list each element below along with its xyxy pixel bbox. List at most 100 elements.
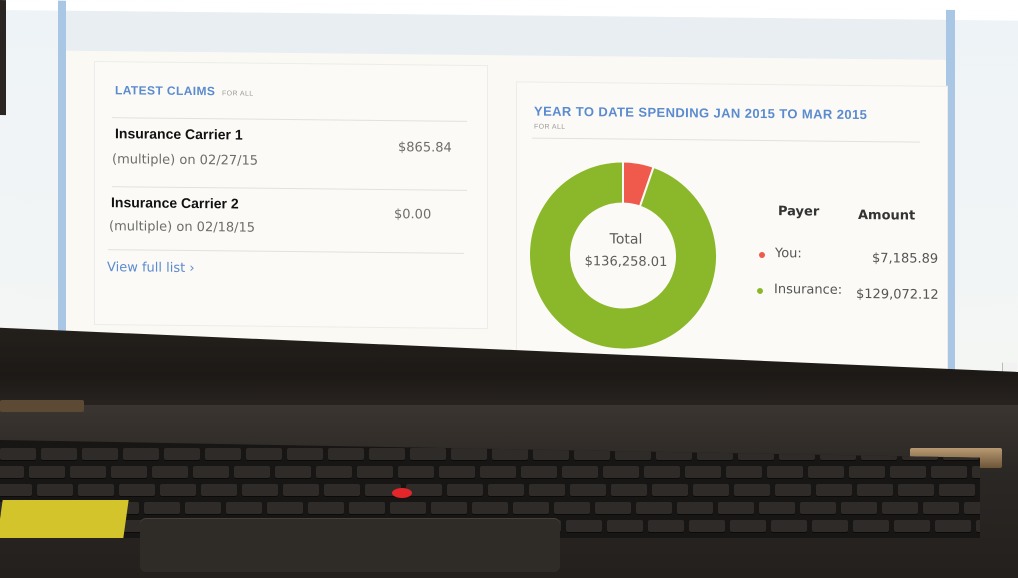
keyboard-key[interactable] — [431, 502, 467, 514]
keyboard-key[interactable] — [521, 466, 557, 478]
keyboard-key[interactable] — [160, 484, 196, 496]
keyboard-key[interactable] — [328, 448, 364, 460]
keyboard-key[interactable] — [144, 502, 180, 514]
keyboard-key[interactable] — [759, 502, 795, 514]
keyboard-key[interactable] — [607, 520, 643, 532]
keyboard-key[interactable] — [234, 466, 270, 478]
keyboard-key[interactable] — [185, 502, 221, 514]
keyboard-key[interactable] — [29, 466, 65, 478]
keyboard-key[interactable] — [447, 484, 483, 496]
keyboard-key[interactable] — [939, 484, 975, 496]
keyboard-key[interactable] — [316, 466, 352, 478]
keyboard-key[interactable] — [648, 520, 684, 532]
keyboard-key[interactable] — [0, 448, 36, 460]
keyboard-key[interactable] — [775, 484, 811, 496]
keyboard-key[interactable] — [935, 520, 971, 532]
keyboard-key[interactable] — [595, 502, 631, 514]
claim-carrier-1[interactable]: Insurance Carrier 1 — [115, 125, 243, 142]
keyboard-key[interactable] — [689, 520, 725, 532]
keyboard-key[interactable] — [308, 502, 344, 514]
keyboard-key[interactable] — [853, 520, 889, 532]
keyboard-key[interactable] — [529, 484, 565, 496]
keyboard-key[interactable] — [0, 484, 32, 496]
keyboard-key[interactable] — [193, 466, 229, 478]
screen-left-edge — [0, 0, 6, 116]
donut-total-label: Total — [609, 231, 643, 248]
keyboard-key[interactable] — [636, 502, 672, 514]
keyboard-key[interactable] — [570, 484, 606, 496]
trackpoint-nub[interactable] — [392, 488, 412, 498]
keyboard-key[interactable] — [246, 448, 282, 460]
touchpad[interactable] — [140, 518, 560, 572]
keyboard-key[interactable] — [205, 448, 241, 460]
keyboard-key[interactable] — [677, 502, 713, 514]
keyboard-key[interactable] — [123, 448, 159, 460]
keyboard-key[interactable] — [242, 484, 278, 496]
keyboard-key[interactable] — [119, 484, 155, 496]
keyboard-key[interactable] — [324, 484, 360, 496]
legend-amount-header: Amount — [858, 207, 916, 224]
keyboard-key[interactable] — [70, 466, 106, 478]
keyboard-key[interactable] — [644, 466, 680, 478]
keyboard-key[interactable] — [41, 448, 77, 460]
view-full-list-link[interactable]: View full list › — [107, 260, 195, 276]
keyboard-key[interactable] — [390, 502, 426, 514]
keyboard-key[interactable] — [0, 466, 24, 478]
keyboard-key[interactable] — [283, 484, 319, 496]
keyboard-key[interactable] — [652, 484, 688, 496]
keyboard-key[interactable] — [562, 466, 598, 478]
keyboard-key[interactable] — [78, 484, 114, 496]
keyboard-key[interactable] — [718, 502, 754, 514]
keyboard-key[interactable] — [931, 466, 967, 478]
keyboard-key[interactable] — [451, 448, 487, 460]
keyboard-key[interactable] — [82, 448, 118, 460]
keyboard-key[interactable] — [164, 448, 200, 460]
keyboard-key[interactable] — [816, 484, 852, 496]
photo-scene: LATEST CLAIMS FOR ALL Insurance Carrier … — [0, 0, 1018, 578]
keyboard-key[interactable] — [767, 466, 803, 478]
keyboard-key[interactable] — [357, 466, 393, 478]
keyboard-key[interactable] — [410, 448, 446, 460]
keyboard-key[interactable] — [812, 520, 848, 532]
keyboard-key[interactable] — [890, 466, 926, 478]
keyboard-key[interactable] — [226, 502, 262, 514]
keyboard-key[interactable] — [152, 466, 188, 478]
keyboard-key[interactable] — [734, 484, 770, 496]
keyboard-key[interactable] — [37, 484, 73, 496]
keyboard-key[interactable] — [898, 484, 934, 496]
keyboard-key[interactable] — [923, 502, 959, 514]
keyboard-key[interactable] — [472, 502, 508, 514]
keyboard-key[interactable] — [267, 502, 303, 514]
keyboard-key[interactable] — [513, 502, 549, 514]
keyboard-key[interactable] — [398, 466, 434, 478]
keyboard-key[interactable] — [611, 484, 647, 496]
keyboard-key[interactable] — [111, 466, 147, 478]
laptop-screen: LATEST CLAIMS FOR ALL Insurance Carrier … — [0, 0, 1018, 390]
keyboard-key[interactable] — [492, 448, 528, 460]
keyboard-key[interactable] — [841, 502, 877, 514]
keyboard-key[interactable] — [369, 448, 405, 460]
keyboard-key[interactable] — [685, 466, 721, 478]
keyboard-key[interactable] — [849, 466, 885, 478]
keyboard-key[interactable] — [693, 484, 729, 496]
keyboard-key[interactable] — [603, 466, 639, 478]
keyboard-key[interactable] — [566, 520, 602, 532]
keyboard-key[interactable] — [488, 484, 524, 496]
keyboard-key[interactable] — [554, 502, 590, 514]
keyboard-key[interactable] — [287, 448, 323, 460]
keyboard-key[interactable] — [800, 502, 836, 514]
keyboard-key[interactable] — [275, 466, 311, 478]
keyboard-key[interactable] — [480, 466, 516, 478]
keyboard-key[interactable] — [201, 484, 237, 496]
legend-you-marker — [759, 251, 765, 259]
keyboard-key[interactable] — [894, 520, 930, 532]
keyboard-key[interactable] — [730, 520, 766, 532]
keyboard-key[interactable] — [726, 466, 762, 478]
keyboard-key[interactable] — [439, 466, 475, 478]
keyboard-key[interactable] — [349, 502, 385, 514]
claim-carrier-2[interactable]: Insurance Carrier 2 — [111, 194, 239, 211]
keyboard-key[interactable] — [771, 520, 807, 532]
keyboard-key[interactable] — [857, 484, 893, 496]
keyboard-key[interactable] — [808, 466, 844, 478]
keyboard-key[interactable] — [882, 502, 918, 514]
